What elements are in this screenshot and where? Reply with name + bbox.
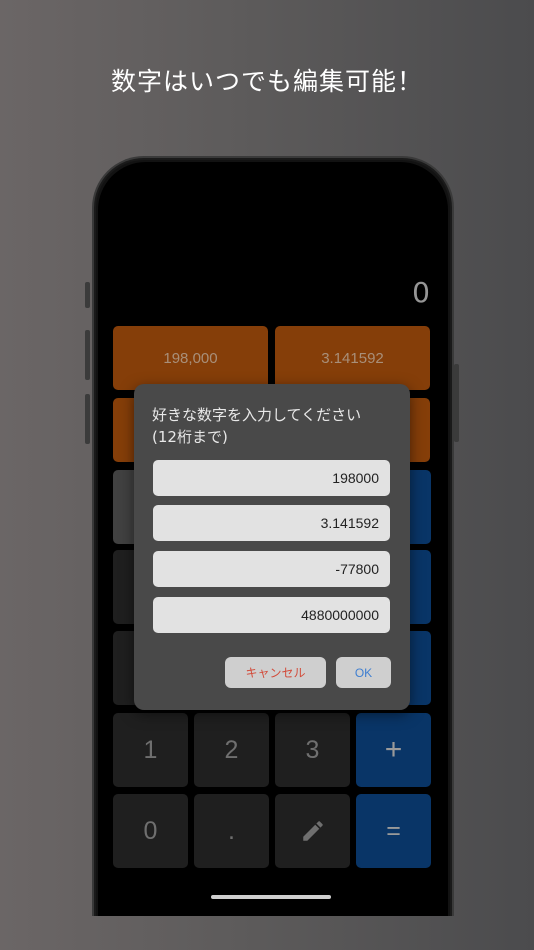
dialog-title-line1: 好きな数字を入力してください [152,406,362,424]
phone-volume-down [85,394,90,444]
number-field-1[interactable]: 198000 [153,460,390,496]
number-field-3[interactable]: -77800 [153,551,390,587]
dialog-title: 好きな数字を入力してください (12桁まで) [152,404,396,448]
home-indicator[interactable] [211,895,331,899]
ok-button[interactable]: OK [336,657,391,688]
phone-mute-switch [85,282,90,308]
phone-volume-up [85,330,90,380]
headline: 数字はいつでも編集可能！ [110,67,423,96]
number-field-4[interactable]: 4880000000 [153,597,390,633]
phone-power-button [454,364,459,442]
number-edit-dialog: 好きな数字を入力してください (12桁まで) 198000 3.141592 -… [134,384,410,710]
dialog-title-line2: (12桁まで) [152,428,228,446]
number-field-2[interactable]: 3.141592 [153,505,390,541]
cancel-button[interactable]: キャンセル [225,657,326,688]
